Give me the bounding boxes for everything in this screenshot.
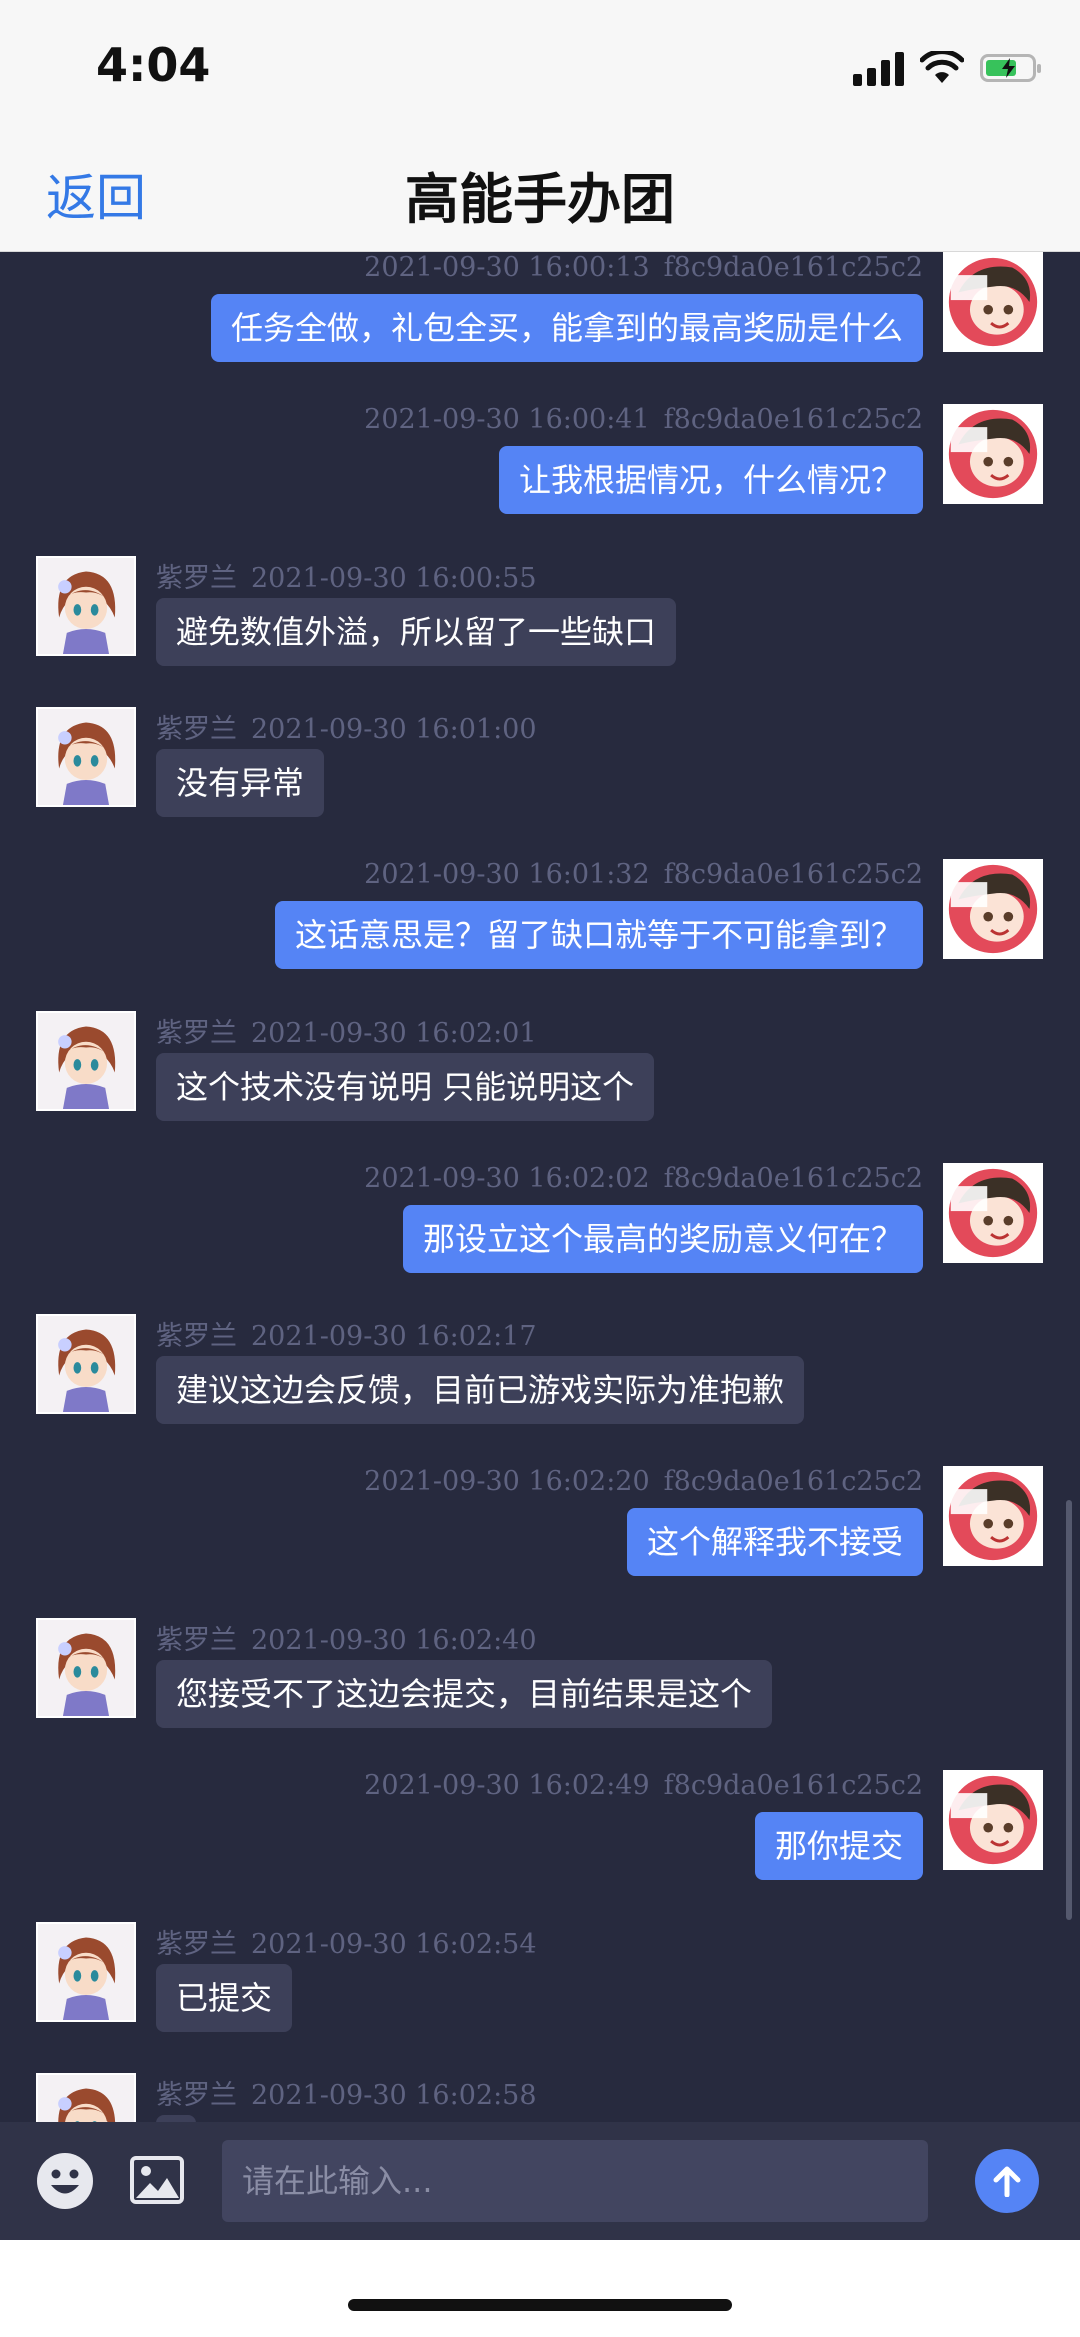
message-meta: 2021-09-30 16:02:20 f8c9da0e161c25c2: [364, 1466, 923, 1497]
message-meta: 2021-09-30 16:02:02 f8c9da0e161c25c2: [364, 1163, 923, 1194]
sender-id: f8c9da0e161c25c2: [663, 1466, 923, 1497]
home-indicator[interactable]: [348, 2299, 732, 2311]
message-bubble[interactable]: 没有异常: [156, 749, 325, 817]
message-timestamp: 2021-09-30 16:02:01: [251, 1018, 537, 1049]
message-meta: 2021-09-30 16:00:41 f8c9da0e161c25c2: [364, 404, 923, 435]
user-avatar[interactable]: [943, 1163, 1043, 1263]
top-bar: 4:04 返回 高能手办团: [0, 0, 1080, 252]
message-timestamp: 2021-09-30 16:02:02: [364, 1163, 650, 1194]
sender-name: 紫罗兰: [156, 1321, 237, 1352]
agent-avatar[interactable]: [36, 2073, 136, 2122]
message-timestamp: 2021-09-30 16:02:49: [364, 1770, 650, 1801]
wifi-icon: [920, 51, 964, 83]
sender-name: 紫罗兰: [156, 1018, 237, 1049]
message-timestamp: 2021-09-30 16:02:20: [364, 1466, 650, 1497]
message-meta: 2021-09-30 16:02:49 f8c9da0e161c25c2: [364, 1770, 923, 1801]
message-input[interactable]: [222, 2140, 928, 2222]
scrollbar[interactable]: [1066, 1500, 1072, 1920]
message-timestamp: 2021-09-30 16:02:17: [251, 1321, 537, 1352]
user-avatar[interactable]: [943, 1770, 1043, 1870]
sender-id: f8c9da0e161c25c2: [663, 859, 923, 890]
message-bubble[interactable]: 建议这边会反馈，目前已游戏实际为准抱歉: [156, 1356, 805, 1424]
message-bubble[interactable]: 这个技术没有说明 只能说明这个: [156, 1053, 655, 1121]
message-meta: 2021-09-30 16:00:13 f8c9da0e161c25c2: [364, 252, 923, 283]
battery-icon: [980, 54, 1041, 82]
message-bubble[interactable]: 避免数值外溢，所以留了一些缺口: [156, 598, 677, 666]
status-time: 4:04: [96, 38, 211, 92]
message-bubble[interactable]: 这个解释我不接受: [626, 1508, 923, 1576]
agent-avatar[interactable]: [36, 1314, 136, 1414]
message-timestamp: 2021-09-30 16:01:00: [251, 714, 537, 745]
message-timestamp: 2021-09-30 16:01:32: [364, 859, 650, 890]
page-title: 高能手办团: [405, 168, 675, 231]
sender-id: f8c9da0e161c25c2: [663, 252, 923, 283]
arrow-up-icon: [993, 2166, 1021, 2197]
user-avatar[interactable]: [943, 859, 1043, 959]
sender-id: f8c9da0e161c25c2: [663, 1770, 923, 1801]
sender-name: 紫罗兰: [156, 714, 237, 745]
message-bubble[interactable]: [156, 2115, 196, 2122]
send-button[interactable]: [975, 2149, 1039, 2213]
sender-id: f8c9da0e161c25c2: [663, 404, 923, 435]
user-avatar[interactable]: [943, 404, 1043, 504]
sender-name: 紫罗兰: [156, 563, 237, 594]
image-icon[interactable]: [130, 2156, 184, 2204]
message-meta: 紫罗兰 2021-09-30 16:02:01: [156, 1011, 537, 1050]
message-timestamp: 2021-09-30 16:00:13: [364, 252, 650, 283]
message-meta: 紫罗兰 2021-09-30 16:02:40: [156, 1618, 537, 1657]
sender-name: 紫罗兰: [156, 1929, 237, 1960]
message-meta: 紫罗兰 2021-09-30 16:00:55: [156, 556, 537, 595]
user-avatar[interactable]: [943, 252, 1043, 352]
status-icons: [853, 48, 1041, 88]
user-avatar[interactable]: [943, 1466, 1043, 1566]
message-bubble[interactable]: 让我根据情况，什么情况？: [498, 446, 923, 514]
message-timestamp: 2021-09-30 16:02:40: [251, 1625, 537, 1656]
emoji-icon[interactable]: [36, 2152, 94, 2210]
agent-avatar[interactable]: [36, 1011, 136, 1111]
message-meta: 2021-09-30 16:01:32 f8c9da0e161c25c2: [364, 859, 923, 890]
agent-avatar[interactable]: [36, 1618, 136, 1718]
message-bubble[interactable]: 已提交: [156, 1964, 293, 2032]
sender-id: f8c9da0e161c25c2: [663, 1163, 923, 1194]
chat-message-list[interactable]: 2021-09-30 16:00:13 f8c9da0e161c25c2 任务全做，…: [0, 252, 1080, 2122]
message-bubble[interactable]: 您接受不了这边会提交，目前结果是这个: [156, 1660, 773, 1728]
message-timestamp: 2021-09-30 16:00:55: [251, 563, 537, 594]
message-meta: 紫罗兰 2021-09-30 16:02:17: [156, 1314, 537, 1353]
message-timestamp: 2021-09-30 16:02:58: [251, 2080, 537, 2111]
home-indicator-area: [0, 2240, 1080, 2337]
message-timestamp: 2021-09-30 16:00:41: [364, 404, 650, 435]
message-bubble[interactable]: 这话意思是？留了缺口就等于不可能拿到？: [274, 901, 923, 969]
message-meta: 紫罗兰 2021-09-30 16:02:58: [156, 2073, 537, 2112]
agent-avatar[interactable]: [36, 707, 136, 807]
message-meta: 紫罗兰 2021-09-30 16:02:54: [156, 1922, 537, 1961]
input-bar: [0, 2122, 1080, 2240]
message-bubble[interactable]: 那设立这个最高的奖励意义何在？: [402, 1205, 923, 1273]
message-bubble[interactable]: 任务全做，礼包全买，能拿到的最高奖励是什么: [210, 294, 923, 362]
sender-name: 紫罗兰: [156, 1625, 237, 1656]
message-meta: 紫罗兰 2021-09-30 16:01:00: [156, 707, 537, 746]
message-bubble[interactable]: 那你提交: [754, 1812, 923, 1880]
sender-name: 紫罗兰: [156, 2080, 237, 2111]
message-timestamp: 2021-09-30 16:02:54: [251, 1929, 537, 1960]
cellular-signal-icon: [853, 50, 904, 86]
agent-avatar[interactable]: [36, 556, 136, 656]
agent-avatar[interactable]: [36, 1922, 136, 2022]
